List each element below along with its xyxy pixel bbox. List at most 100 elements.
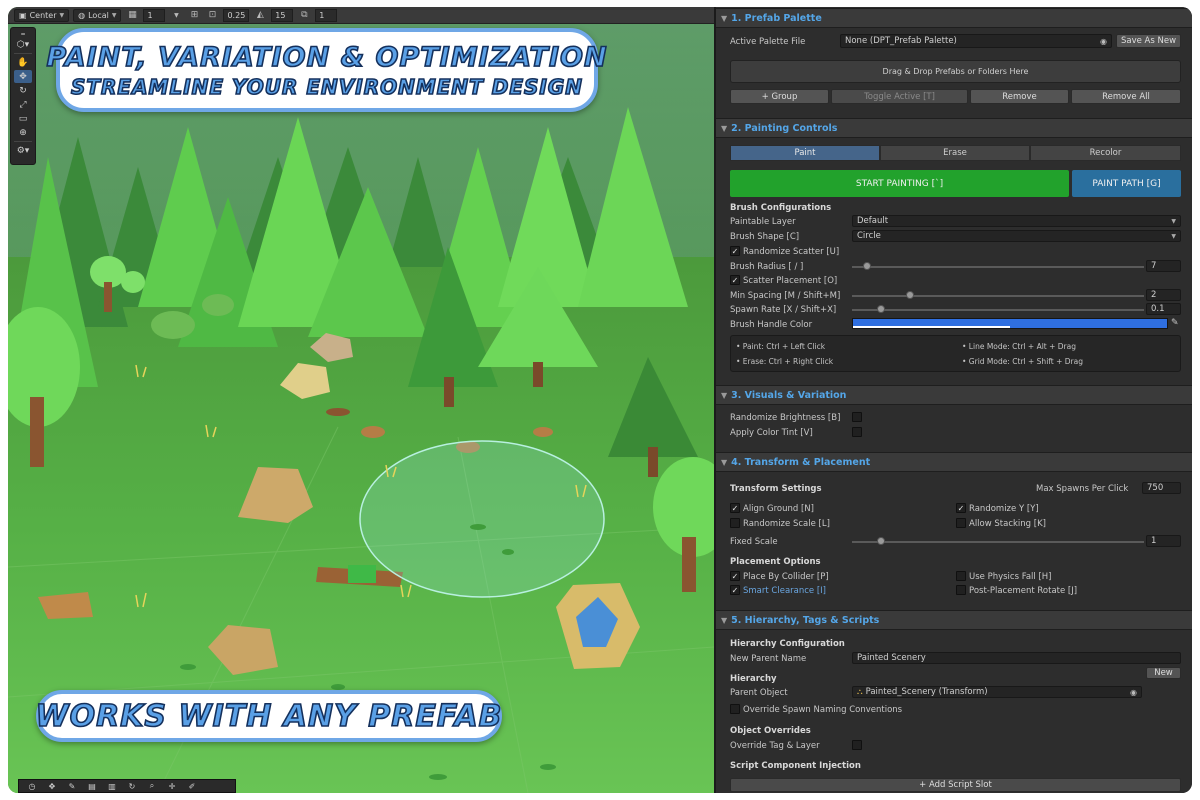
add-script-slot-button[interactable]: + Add Script Slot bbox=[730, 778, 1181, 792]
remove-button[interactable]: Remove bbox=[970, 89, 1069, 104]
rotate-icon[interactable]: ↻ bbox=[123, 781, 141, 792]
scale-tool-icon[interactable]: ⤢ bbox=[14, 98, 32, 111]
use-physics-fall-checkbox[interactable] bbox=[956, 571, 966, 581]
drag-handle-icon[interactable]: ═ bbox=[14, 31, 32, 38]
grid-icon[interactable]: ▦ bbox=[125, 9, 139, 22]
parent-object-field[interactable]: ⛬ Painted_Scenery (Transform) ◉ bbox=[852, 686, 1142, 698]
tab-recolor[interactable]: Recolor bbox=[1030, 145, 1181, 161]
new-parent-name-field[interactable]: Painted Scenery bbox=[852, 652, 1181, 664]
randomize-scale-checkbox[interactable] bbox=[730, 518, 740, 528]
spawn-rate-field[interactable]: 0.1 bbox=[1146, 303, 1181, 315]
custom-tool-icon[interactable]: ⚙▾ bbox=[14, 144, 32, 157]
spawn-rate-slider-handle[interactable] bbox=[877, 305, 886, 313]
override-naming-checkbox[interactable] bbox=[730, 704, 740, 714]
grid-size-field[interactable]: 1 bbox=[143, 8, 166, 22]
object-overrides-heading: Object Overrides bbox=[730, 726, 811, 736]
hand-tool-icon[interactable]: ✋ bbox=[14, 56, 32, 69]
save-as-new-button[interactable]: Save As New bbox=[1116, 34, 1181, 48]
prefab-drop-zone[interactable]: Drag & Drop Prefabs or Folders Here bbox=[730, 60, 1181, 83]
paint-icon[interactable]: ✐ bbox=[183, 781, 201, 792]
script-injection-heading: Script Component Injection bbox=[730, 761, 861, 771]
axis-icon[interactable]: ✛ bbox=[163, 781, 181, 792]
allow-stacking-label: Allow Stacking [K] bbox=[969, 519, 1046, 529]
scale-snap-field[interactable]: 1 bbox=[315, 8, 338, 22]
place-by-collider-label: Place By Collider [P] bbox=[743, 572, 829, 582]
section-hierarchy-header[interactable]: ▼ 5. Hierarchy, Tags & Scripts bbox=[716, 610, 1192, 630]
paintable-layer-dropdown[interactable]: Default ▼ bbox=[852, 215, 1181, 227]
scale-snap-icon[interactable]: ⧉ bbox=[297, 9, 311, 22]
section-title: 3. Visuals & Variation bbox=[731, 389, 847, 401]
headline-title: PAINT, VARIATION & OPTIMIZATION bbox=[46, 41, 608, 74]
object-picker-icon[interactable]: ◉ bbox=[1130, 688, 1137, 697]
compass-icon[interactable]: ◷ bbox=[23, 781, 41, 792]
fixed-scale-slider-handle[interactable] bbox=[877, 537, 886, 545]
brush-radius-slider-handle[interactable] bbox=[862, 262, 871, 270]
rect-tool-icon[interactable]: ▭ bbox=[14, 112, 32, 125]
fixed-scale-field[interactable]: 1 bbox=[1146, 535, 1181, 547]
apply-color-tint-checkbox[interactable] bbox=[852, 427, 862, 437]
scatter-placement-label: Scatter Placement [O] bbox=[743, 276, 838, 286]
object-picker-icon[interactable]: ◉ bbox=[1100, 37, 1107, 46]
add-group-button[interactable]: + Group bbox=[730, 89, 829, 104]
scatter-placement-checkbox[interactable]: ✓ bbox=[730, 275, 740, 285]
toggle-active-button[interactable]: Toggle Active [T] bbox=[831, 89, 968, 104]
screenshot-frame: ▣ Center ▼ ◍ Local ▼ ▦ 1 ▼ ⊞ ⊡ 0.25 ◭ 15 ⧉ 1… bbox=[8, 7, 1192, 793]
spawn-rate-slider-track[interactable] bbox=[852, 309, 1144, 311]
smart-clearance-checkbox[interactable]: ✓ bbox=[730, 585, 740, 595]
place-by-collider-checkbox[interactable]: ✓ bbox=[730, 571, 740, 581]
section-prefab-palette-header[interactable]: ▼ 1. Prefab Palette bbox=[716, 8, 1192, 28]
override-tag-layer-checkbox[interactable] bbox=[852, 740, 862, 750]
rotate-tool-icon[interactable]: ↻ bbox=[14, 84, 32, 97]
scene-viewport[interactable] bbox=[8, 7, 714, 793]
post-placement-rotate-checkbox[interactable] bbox=[956, 585, 966, 595]
section-transform-header[interactable]: ▼ 4. Transform & Placement bbox=[716, 452, 1192, 472]
search-icon[interactable]: ⌕ bbox=[143, 781, 161, 792]
override-naming-label: Override Spawn Naming Conventions bbox=[743, 705, 903, 715]
tab-erase[interactable]: Erase bbox=[880, 145, 1030, 161]
layers-icon[interactable]: ▥ bbox=[103, 781, 121, 792]
min-spacing-slider-handle[interactable] bbox=[906, 291, 915, 299]
chevron-down-icon[interactable]: ▼ bbox=[169, 9, 183, 22]
randomize-scatter-checkbox[interactable]: ✓ bbox=[730, 246, 740, 256]
chevron-down-icon: ▼ bbox=[1171, 217, 1176, 225]
remove-all-button[interactable]: Remove All bbox=[1071, 89, 1181, 104]
transform-tool-icon[interactable]: ⊕ bbox=[14, 126, 32, 139]
start-painting-button[interactable]: START PAINTING [`] bbox=[730, 170, 1069, 197]
randomize-y-checkbox[interactable]: ✓ bbox=[956, 503, 966, 513]
brush-tool-icon[interactable]: ✎ bbox=[63, 781, 81, 792]
section-painting-controls-header[interactable]: ▼ 2. Painting Controls bbox=[716, 118, 1192, 138]
paintable-layer-label: Paintable Layer bbox=[730, 217, 796, 227]
tab-paint[interactable]: Paint bbox=[730, 145, 880, 161]
transform-tools-overlay: ═ ⬡▾ ✋ ✥ ↻ ⤢ ▭ ⊕ ⚙▾ bbox=[10, 27, 36, 165]
brush-radius-slider-track[interactable] bbox=[852, 266, 1144, 268]
paint-path-button[interactable]: PAINT PATH [G] bbox=[1072, 170, 1181, 197]
scene-view[interactable]: ▣ Center ▼ ◍ Local ▼ ▦ 1 ▼ ⊞ ⊡ 0.25 ◭ 15 ⧉ 1… bbox=[8, 7, 714, 793]
min-spacing-slider-track[interactable] bbox=[852, 295, 1144, 297]
rotate-snap-field[interactable]: 15 bbox=[271, 8, 294, 22]
space-mode-dropdown[interactable]: ◍ Local ▼ bbox=[73, 8, 122, 22]
max-spawns-field[interactable]: 750 bbox=[1142, 482, 1181, 494]
view-cube-icon[interactable]: ⬡▾ bbox=[14, 38, 32, 51]
brush-handle-color-swatch[interactable] bbox=[852, 318, 1168, 329]
allow-stacking-checkbox[interactable] bbox=[956, 518, 966, 528]
move-snap-icon[interactable]: ⊡ bbox=[205, 9, 219, 22]
eyedropper-icon[interactable]: ✎ bbox=[1171, 318, 1179, 328]
terrain-icon[interactable]: ▤ bbox=[83, 781, 101, 792]
fixed-scale-slider-track[interactable] bbox=[852, 541, 1144, 543]
max-spawns-label: Max Spawns Per Click bbox=[1036, 484, 1129, 494]
active-palette-field[interactable]: None (DPT_Prefab Palette) ◉ bbox=[840, 34, 1112, 48]
transform-settings-heading: Transform Settings bbox=[730, 484, 822, 494]
rotate-snap-icon[interactable]: ◭ bbox=[253, 9, 267, 22]
section-visuals-header[interactable]: ▼ 3. Visuals & Variation bbox=[716, 385, 1192, 405]
min-spacing-field[interactable]: 2 bbox=[1146, 289, 1181, 301]
move-tool-icon[interactable]: ✥ bbox=[14, 70, 32, 83]
move-snap-field[interactable]: 0.25 bbox=[223, 8, 250, 22]
snap-grid-icon[interactable]: ⊞ bbox=[187, 9, 201, 22]
move-icon[interactable]: ✥ bbox=[43, 781, 61, 792]
brush-radius-field[interactable]: 7 bbox=[1146, 260, 1181, 272]
new-button[interactable]: New bbox=[1146, 667, 1181, 679]
brush-shape-dropdown[interactable]: Circle ▼ bbox=[852, 230, 1181, 242]
align-ground-checkbox[interactable]: ✓ bbox=[730, 503, 740, 513]
randomize-brightness-checkbox[interactable] bbox=[852, 412, 862, 422]
pivot-mode-dropdown[interactable]: ▣ Center ▼ bbox=[14, 8, 70, 22]
